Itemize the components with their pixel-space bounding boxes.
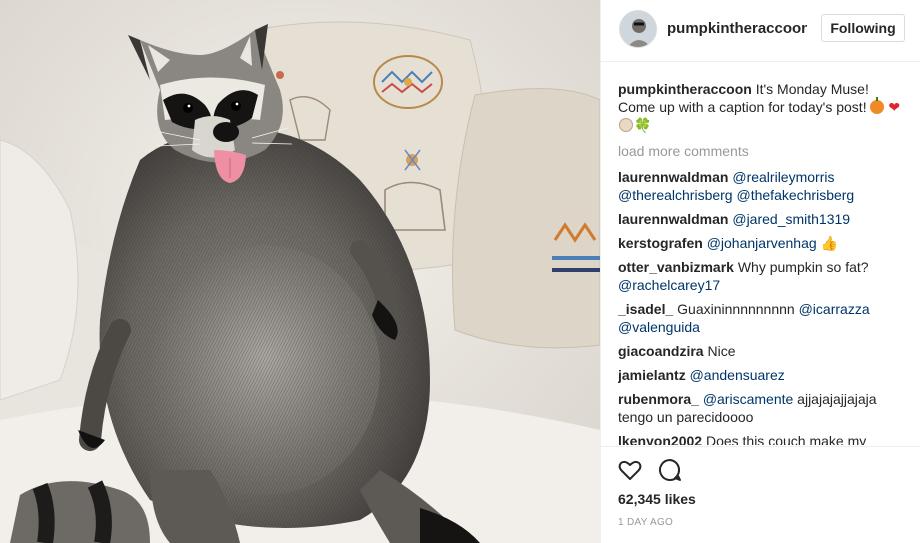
post-header: pumpkintheraccoon Following xyxy=(601,0,920,62)
comment-item: _isadel_ Guaxininnnnnnnnn @icarrazza @va… xyxy=(618,300,906,336)
comment-username[interactable]: jamielantz xyxy=(618,367,686,383)
avatar-image xyxy=(620,11,656,47)
comment-item: laurennwaldman @jared_smith1319 xyxy=(618,210,906,228)
comment-item: laurennwaldman @realrileymorris @thereal… xyxy=(618,168,906,204)
comment-mention-link[interactable]: @therealchrisberg xyxy=(618,187,733,203)
caption-username[interactable]: pumpkintheraccoon xyxy=(618,81,752,97)
post-photo[interactable] xyxy=(0,0,600,543)
comment-mention-link[interactable]: @jared_smith1319 xyxy=(732,211,850,227)
comment-mention-link[interactable]: @rachelcarey17 xyxy=(618,277,720,293)
comment-entries: laurennwaldman @realrileymorris @thereal… xyxy=(618,168,906,445)
comment-mention-link[interactable]: @ariscamente xyxy=(703,391,793,407)
pumpkin-emoji-icon xyxy=(870,97,885,114)
comment-text: Nice xyxy=(707,343,736,359)
comment-text: Why pumpkin so fat? xyxy=(737,259,869,275)
comment-username[interactable]: kerstografen xyxy=(618,235,703,251)
post-timestamp[interactable]: 1 DAY AGO xyxy=(618,517,673,528)
following-button[interactable]: Following xyxy=(821,14,905,42)
clover-emoji: 🍀 xyxy=(634,117,652,133)
likes-count[interactable]: 62,345 likes xyxy=(618,491,696,507)
comment-item: jamielantz @andensuarez xyxy=(618,366,906,384)
comment-username[interactable]: giacoandzira xyxy=(618,343,704,359)
post-side-panel: pumpkintheraccoon Following pumpkinthera… xyxy=(600,0,920,543)
comment-mention-link[interactable]: @realrileymorris xyxy=(732,169,834,185)
comment-item: kerstografen @johanjarvenhag 👍 xyxy=(618,234,906,252)
comment-username[interactable]: _isadel_ xyxy=(618,301,673,317)
post-caption: pumpkintheraccoon It's Monday Muse! Come… xyxy=(618,80,906,134)
comment-username[interactable]: otter_vanbizmark xyxy=(618,259,734,275)
avatar[interactable] xyxy=(619,10,657,48)
speech-bubble-icon[interactable] xyxy=(657,457,683,483)
comment-username[interactable]: rubenmora_ xyxy=(618,391,699,407)
comment-username[interactable]: laurennwaldman xyxy=(618,169,728,185)
comment-mention-link[interactable]: @icarrazza xyxy=(799,301,870,317)
dog-face-emoji-icon xyxy=(619,118,633,132)
heart-outline-icon[interactable] xyxy=(617,457,643,483)
post-actions: 62,345 likes 1 DAY AGO xyxy=(601,446,920,543)
comment-mention-link[interactable]: @johanjarvenhag xyxy=(707,235,817,251)
comment-mention-link[interactable]: @thefakechrisberg xyxy=(737,187,855,203)
load-more-comments-link[interactable]: load more comments xyxy=(618,142,906,160)
comment-mention-link[interactable]: @andensuarez xyxy=(690,367,785,383)
comments-list[interactable]: pumpkintheraccoon It's Monday Muse! Come… xyxy=(618,80,906,445)
red-heart-emoji: ❤ xyxy=(888,99,901,115)
comment-text: Guaxininnnnnnnnn xyxy=(677,301,799,317)
thumbs-up-emoji: 👍 xyxy=(820,235,838,251)
post-author-username[interactable]: pumpkintheraccoon xyxy=(667,20,807,37)
comment-username[interactable]: lkenyon2002 xyxy=(618,433,702,445)
comment-item: otter_vanbizmark Why pumpkin so fat? @ra… xyxy=(618,258,906,294)
raccoon-on-couch-image xyxy=(0,0,600,543)
comment-item: rubenmora_ @ariscamente ajjajajajjajaja … xyxy=(618,390,906,426)
comment-item: giacoandzira Nice xyxy=(618,342,906,360)
comment-mention-link[interactable]: @valenguida xyxy=(618,319,700,335)
comment-username[interactable]: laurennwaldman xyxy=(618,211,728,227)
comment-text: Does this couch make my xyxy=(705,433,867,445)
comment-item: lkenyon2002 Does this couch make my xyxy=(618,432,906,445)
